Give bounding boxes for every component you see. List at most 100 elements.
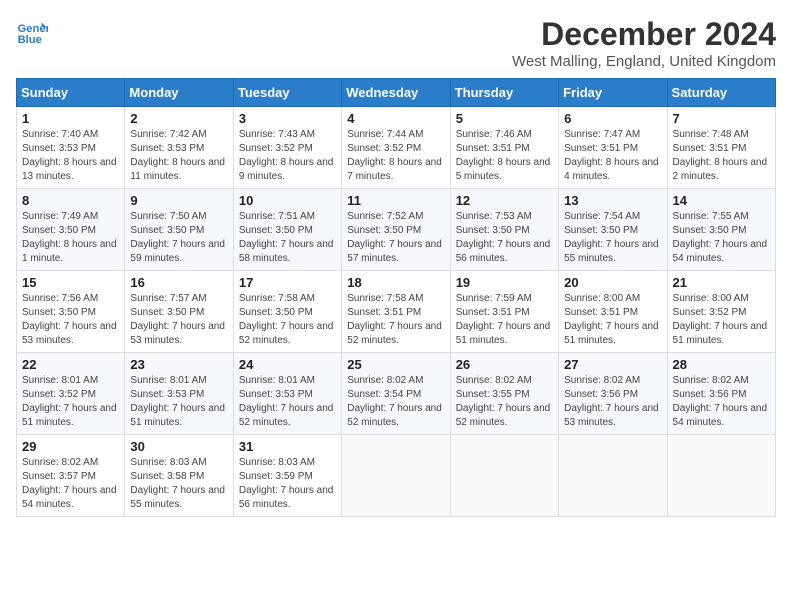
calendar-table: SundayMondayTuesdayWednesdayThursdayFrid… (16, 78, 776, 517)
day-info: Sunrise: 7:43 AM Sunset: 3:52 PM Dayligh… (239, 128, 336, 184)
calendar-header-row: SundayMondayTuesdayWednesdayThursdayFrid… (17, 79, 776, 107)
day-number: 27 (564, 357, 661, 372)
location: West Malling, England, United Kingdom (512, 53, 776, 70)
calendar-cell: 11 Sunrise: 7:52 AM Sunset: 3:50 PM Dayl… (342, 189, 450, 271)
svg-text:Blue: Blue (18, 34, 42, 46)
calendar-cell (450, 435, 558, 517)
day-info: Sunrise: 7:42 AM Sunset: 3:53 PM Dayligh… (130, 128, 227, 184)
day-number: 4 (347, 111, 444, 126)
day-info: Sunrise: 8:02 AM Sunset: 3:56 PM Dayligh… (673, 374, 770, 430)
day-info: Sunrise: 7:47 AM Sunset: 3:51 PM Dayligh… (564, 128, 661, 184)
day-info: Sunrise: 7:57 AM Sunset: 3:50 PM Dayligh… (130, 292, 227, 348)
day-number: 7 (673, 111, 770, 126)
day-header-monday: Monday (125, 79, 233, 107)
day-info: Sunrise: 7:48 AM Sunset: 3:51 PM Dayligh… (673, 128, 770, 184)
month-title: December 2024 (512, 16, 776, 53)
calendar-cell: 20 Sunrise: 8:00 AM Sunset: 3:51 PM Dayl… (559, 271, 667, 353)
calendar-week-3: 15 Sunrise: 7:56 AM Sunset: 3:50 PM Dayl… (17, 271, 776, 353)
day-info: Sunrise: 7:56 AM Sunset: 3:50 PM Dayligh… (22, 292, 119, 348)
day-number: 2 (130, 111, 227, 126)
calendar-cell: 2 Sunrise: 7:42 AM Sunset: 3:53 PM Dayli… (125, 107, 233, 189)
logo-icon: General Blue (16, 16, 48, 48)
day-number: 14 (673, 193, 770, 208)
day-info: Sunrise: 8:02 AM Sunset: 3:56 PM Dayligh… (564, 374, 661, 430)
calendar-cell: 24 Sunrise: 8:01 AM Sunset: 3:53 PM Dayl… (233, 353, 341, 435)
calendar-week-5: 29 Sunrise: 8:02 AM Sunset: 3:57 PM Dayl… (17, 435, 776, 517)
day-header-sunday: Sunday (17, 79, 125, 107)
calendar-cell: 25 Sunrise: 8:02 AM Sunset: 3:54 PM Dayl… (342, 353, 450, 435)
day-info: Sunrise: 7:49 AM Sunset: 3:50 PM Dayligh… (22, 210, 119, 266)
day-info: Sunrise: 8:01 AM Sunset: 3:52 PM Dayligh… (22, 374, 119, 430)
day-info: Sunrise: 7:46 AM Sunset: 3:51 PM Dayligh… (456, 128, 553, 184)
day-number: 30 (130, 439, 227, 454)
calendar-cell: 14 Sunrise: 7:55 AM Sunset: 3:50 PM Dayl… (667, 189, 775, 271)
day-header-friday: Friday (559, 79, 667, 107)
calendar-cell: 27 Sunrise: 8:02 AM Sunset: 3:56 PM Dayl… (559, 353, 667, 435)
day-number: 25 (347, 357, 444, 372)
day-info: Sunrise: 8:02 AM Sunset: 3:54 PM Dayligh… (347, 374, 444, 430)
day-number: 31 (239, 439, 336, 454)
calendar-cell: 18 Sunrise: 7:58 AM Sunset: 3:51 PM Dayl… (342, 271, 450, 353)
day-header-thursday: Thursday (450, 79, 558, 107)
calendar-week-4: 22 Sunrise: 8:01 AM Sunset: 3:52 PM Dayl… (17, 353, 776, 435)
calendar-cell (342, 435, 450, 517)
day-number: 15 (22, 275, 119, 290)
day-number: 18 (347, 275, 444, 290)
day-number: 3 (239, 111, 336, 126)
calendar-cell: 26 Sunrise: 8:02 AM Sunset: 3:55 PM Dayl… (450, 353, 558, 435)
day-number: 28 (673, 357, 770, 372)
calendar-cell: 17 Sunrise: 7:58 AM Sunset: 3:50 PM Dayl… (233, 271, 341, 353)
day-number: 12 (456, 193, 553, 208)
day-info: Sunrise: 7:44 AM Sunset: 3:52 PM Dayligh… (347, 128, 444, 184)
calendar-cell: 23 Sunrise: 8:01 AM Sunset: 3:53 PM Dayl… (125, 353, 233, 435)
calendar-week-2: 8 Sunrise: 7:49 AM Sunset: 3:50 PM Dayli… (17, 189, 776, 271)
day-info: Sunrise: 7:58 AM Sunset: 3:51 PM Dayligh… (347, 292, 444, 348)
day-info: Sunrise: 8:00 AM Sunset: 3:51 PM Dayligh… (564, 292, 661, 348)
day-number: 13 (564, 193, 661, 208)
day-info: Sunrise: 7:51 AM Sunset: 3:50 PM Dayligh… (239, 210, 336, 266)
day-info: Sunrise: 8:01 AM Sunset: 3:53 PM Dayligh… (239, 374, 336, 430)
calendar-cell: 29 Sunrise: 8:02 AM Sunset: 3:57 PM Dayl… (17, 435, 125, 517)
day-info: Sunrise: 7:55 AM Sunset: 3:50 PM Dayligh… (673, 210, 770, 266)
day-info: Sunrise: 8:02 AM Sunset: 3:55 PM Dayligh… (456, 374, 553, 430)
day-number: 1 (22, 111, 119, 126)
calendar-cell: 6 Sunrise: 7:47 AM Sunset: 3:51 PM Dayli… (559, 107, 667, 189)
calendar-cell: 4 Sunrise: 7:44 AM Sunset: 3:52 PM Dayli… (342, 107, 450, 189)
day-info: Sunrise: 7:40 AM Sunset: 3:53 PM Dayligh… (22, 128, 119, 184)
day-number: 5 (456, 111, 553, 126)
calendar-cell: 5 Sunrise: 7:46 AM Sunset: 3:51 PM Dayli… (450, 107, 558, 189)
calendar-cell: 19 Sunrise: 7:59 AM Sunset: 3:51 PM Dayl… (450, 271, 558, 353)
day-info: Sunrise: 7:54 AM Sunset: 3:50 PM Dayligh… (564, 210, 661, 266)
day-number: 10 (239, 193, 336, 208)
calendar-cell: 21 Sunrise: 8:00 AM Sunset: 3:52 PM Dayl… (667, 271, 775, 353)
calendar-cell: 3 Sunrise: 7:43 AM Sunset: 3:52 PM Dayli… (233, 107, 341, 189)
day-header-saturday: Saturday (667, 79, 775, 107)
day-number: 16 (130, 275, 227, 290)
day-number: 11 (347, 193, 444, 208)
day-info: Sunrise: 8:03 AM Sunset: 3:58 PM Dayligh… (130, 456, 227, 512)
day-number: 22 (22, 357, 119, 372)
day-header-tuesday: Tuesday (233, 79, 341, 107)
day-info: Sunrise: 8:02 AM Sunset: 3:57 PM Dayligh… (22, 456, 119, 512)
calendar-cell (559, 435, 667, 517)
calendar-cell: 16 Sunrise: 7:57 AM Sunset: 3:50 PM Dayl… (125, 271, 233, 353)
day-number: 20 (564, 275, 661, 290)
day-info: Sunrise: 7:59 AM Sunset: 3:51 PM Dayligh… (456, 292, 553, 348)
day-info: Sunrise: 8:01 AM Sunset: 3:53 PM Dayligh… (130, 374, 227, 430)
calendar-cell: 9 Sunrise: 7:50 AM Sunset: 3:50 PM Dayli… (125, 189, 233, 271)
day-number: 24 (239, 357, 336, 372)
page-header: General Blue December 2024 West Malling,… (16, 16, 776, 70)
day-info: Sunrise: 8:03 AM Sunset: 3:59 PM Dayligh… (239, 456, 336, 512)
calendar-cell: 22 Sunrise: 8:01 AM Sunset: 3:52 PM Dayl… (17, 353, 125, 435)
calendar-cell: 15 Sunrise: 7:56 AM Sunset: 3:50 PM Dayl… (17, 271, 125, 353)
calendar-cell: 28 Sunrise: 8:02 AM Sunset: 3:56 PM Dayl… (667, 353, 775, 435)
day-number: 19 (456, 275, 553, 290)
calendar-cell: 12 Sunrise: 7:53 AM Sunset: 3:50 PM Dayl… (450, 189, 558, 271)
logo: General Blue (16, 16, 48, 48)
calendar-cell (667, 435, 775, 517)
title-section: December 2024 West Malling, England, Uni… (512, 16, 776, 70)
day-info: Sunrise: 7:52 AM Sunset: 3:50 PM Dayligh… (347, 210, 444, 266)
calendar-cell: 8 Sunrise: 7:49 AM Sunset: 3:50 PM Dayli… (17, 189, 125, 271)
day-header-wednesday: Wednesday (342, 79, 450, 107)
calendar-cell: 7 Sunrise: 7:48 AM Sunset: 3:51 PM Dayli… (667, 107, 775, 189)
